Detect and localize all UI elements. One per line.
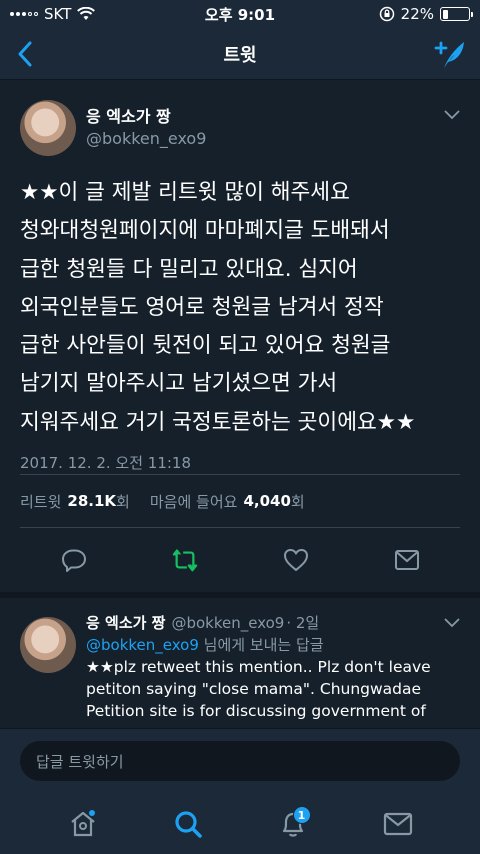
wifi-icon	[77, 7, 96, 20]
tab-home[interactable]	[63, 804, 103, 844]
tweet-text: ★★이 글 제발 리트윗 많이 해주세요 청와대청원페이지에 마마폐지글 도배돼…	[20, 180, 416, 435]
reply-tweet[interactable]: 응 엑소가 짱 @bokken_exo9 · 2일 @bokken_exo9 님…	[0, 606, 480, 722]
status-left: SKT	[10, 5, 96, 23]
page-title: 트윗	[223, 44, 257, 66]
display-name[interactable]: 응 엑소가 짱	[86, 612, 165, 634]
battery-icon	[440, 7, 473, 21]
reply-composer: 답글 트윗하기	[0, 728, 480, 794]
likes-count[interactable]: 4,040	[243, 492, 290, 510]
avatar[interactable]	[20, 617, 76, 673]
retweets-label[interactable]: 리트윗	[20, 491, 61, 512]
status-right: 22%	[379, 5, 473, 23]
tweet-actions	[0, 528, 480, 592]
carrier-label: SKT	[44, 5, 72, 23]
compose-tweet-button[interactable]	[432, 38, 466, 70]
likes-label[interactable]: 마음에 들어요	[150, 491, 238, 512]
tab-search[interactable]	[168, 804, 208, 844]
back-button[interactable]	[14, 40, 38, 68]
like-button[interactable]	[283, 547, 309, 573]
tweet-stats: 리트윗 28.1K 회 마음에 들어요 4,040 회	[0, 475, 480, 527]
heart-icon	[283, 549, 308, 572]
tab-bar: 1	[0, 794, 480, 854]
tab-messages[interactable]	[378, 804, 418, 844]
author-info: 응 엑소가 짱 @bokken_exo9	[86, 106, 206, 150]
reply-text: ★★plz retweet this mention.. Plz don't l…	[86, 658, 431, 720]
user-handle[interactable]: @bokken_exo9	[171, 612, 284, 634]
envelope-icon	[394, 550, 419, 571]
replying-to: @bokken_exo9 님에게 보내는 답글	[86, 634, 460, 656]
reply-to-suffix: 님에게 보내는 답글	[203, 636, 324, 654]
envelope-icon	[383, 812, 412, 836]
reply-icon	[61, 549, 86, 573]
signal-strength-icon	[10, 12, 38, 16]
retweets-count[interactable]: 28.1K	[67, 492, 116, 510]
status-bar: SKT 오후 9:01 22%	[0, 0, 480, 28]
retweet-button[interactable]	[172, 547, 198, 573]
battery-fill	[442, 9, 448, 19]
nav-bar: 트윗	[0, 28, 480, 80]
rotation-lock-icon	[379, 6, 394, 22]
chevron-down-icon[interactable]	[444, 110, 460, 120]
chevron-down-icon[interactable]	[444, 618, 460, 628]
battery-percent: 22%	[400, 5, 434, 23]
direct-message-button[interactable]	[394, 547, 420, 573]
retweets-suffix: 회	[116, 492, 130, 511]
reply-to-link[interactable]: @bokken_exo9	[86, 636, 199, 654]
notification-badge: 1	[292, 806, 311, 824]
section-separator	[0, 592, 480, 599]
reply-age: · 2일	[286, 614, 320, 632]
likes-suffix: 회	[290, 492, 305, 511]
reply-content: 응 엑소가 짱 @bokken_exo9 · 2일 @bokken_exo9 님…	[86, 612, 460, 722]
retweet-icon	[172, 549, 197, 572]
reply-header: 응 엑소가 짱 @bokken_exo9 · 2일	[86, 612, 460, 634]
tweet-author: 응 엑소가 짱 @bokken_exo9	[0, 80, 480, 176]
reply-button[interactable]	[61, 547, 87, 573]
display-name[interactable]: 응 엑소가 짱	[86, 106, 206, 128]
reply-input[interactable]: 답글 트윗하기	[20, 741, 460, 781]
user-handle[interactable]: @bokken_exo9	[86, 128, 206, 150]
tweet-timestamp: 2017. 12. 2. 오전 11:18	[20, 454, 192, 473]
search-icon	[174, 811, 202, 838]
main-tweet: 응 엑소가 짱 @bokken_exo9 ★★이 글 제발 리트윗 많이 해주세…	[0, 80, 480, 599]
avatar[interactable]	[20, 100, 76, 156]
new-content-dot	[88, 810, 95, 816]
tab-notifications[interactable]: 1	[273, 804, 313, 844]
